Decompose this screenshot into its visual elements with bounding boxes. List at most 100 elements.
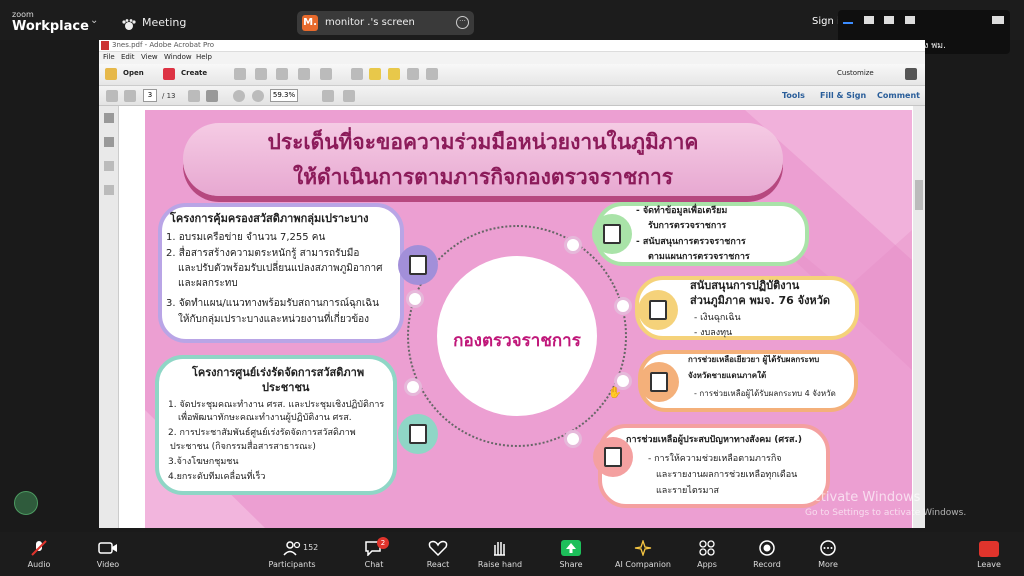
speaker-view-icon[interactable] xyxy=(843,16,853,24)
raise-hand-button[interactable]: Raise hand xyxy=(470,560,530,569)
apps-icon[interactable] xyxy=(697,540,717,556)
customize-button[interactable]: Customize xyxy=(837,69,874,77)
left-bottom-line: 2. การประชาสัมพันธ์ศูนย์เร่งรัดจัดการสวั… xyxy=(168,428,356,438)
video-button[interactable]: Video xyxy=(78,560,138,569)
create-icon xyxy=(163,68,175,80)
ring-connector-dot xyxy=(564,430,582,448)
attach-icon[interactable] xyxy=(426,68,438,80)
chevron-down-icon[interactable]: ⌄ xyxy=(90,15,98,26)
share-screen-icon[interactable] xyxy=(561,540,581,556)
raise-hand-icon[interactable] xyxy=(490,540,510,556)
react-button[interactable]: React xyxy=(408,560,468,569)
mic-muted-icon[interactable] xyxy=(29,540,49,556)
shared-screen-label: monitor .'s screen xyxy=(325,17,415,28)
save-icon[interactable] xyxy=(234,68,246,80)
left-bottom-line: 4.ยกระดับทีมเคลื่อนที่เร็ว xyxy=(168,472,266,482)
record-button[interactable]: Record xyxy=(737,560,797,569)
right3-heading2: จังหวัดชายแดนภาคใต้ xyxy=(688,371,767,380)
apps-button[interactable]: Apps xyxy=(677,560,737,569)
right4-line: และรายไตรมาส xyxy=(656,486,719,496)
hand-tool-icon[interactable] xyxy=(206,90,218,102)
more-icon[interactable] xyxy=(818,540,838,556)
right2-line: - เงินฉุกเฉิน xyxy=(694,313,741,323)
acrobat-toolbar xyxy=(99,64,925,86)
share-button[interactable]: Share xyxy=(541,560,601,569)
more-options-icon[interactable]: ··· xyxy=(456,16,469,29)
left-bottom-line: ประชาชน (กิจกรรมสื่อสารสาธารณะ) xyxy=(170,442,316,452)
zoom-in-icon[interactable] xyxy=(252,90,264,102)
ai-companion-button[interactable]: AI Companion xyxy=(611,560,675,569)
tools-tab[interactable]: Tools xyxy=(782,91,805,100)
left-top-line: และผลกระทบ xyxy=(178,278,238,289)
zoom-level-input[interactable]: 59.3% xyxy=(270,89,298,102)
zoom-bottom-bar xyxy=(0,532,1024,576)
zoom-out-icon[interactable] xyxy=(233,90,245,102)
checklist-icon xyxy=(398,414,438,454)
left-bottom-line: 3.จ้างโฆษกชุมชน xyxy=(168,457,239,467)
vertical-scrollbar[interactable] xyxy=(913,106,925,528)
open-folder-icon xyxy=(105,68,117,80)
participants-button[interactable]: Participants xyxy=(262,560,322,569)
sign-in-link[interactable]: Sign i xyxy=(812,16,840,27)
settings-icon[interactable] xyxy=(351,68,363,80)
menu-help[interactable]: Help xyxy=(196,53,212,61)
fill-sign-tab[interactable]: Fill & Sign xyxy=(820,91,866,100)
prev-page-icon[interactable] xyxy=(106,90,118,102)
expand-icon[interactable] xyxy=(905,68,917,80)
grid-view-icon[interactable] xyxy=(884,16,894,24)
record-icon[interactable] xyxy=(757,540,777,556)
leave-icon[interactable] xyxy=(979,541,999,557)
video-camera-icon[interactable] xyxy=(98,540,118,556)
next-page-icon[interactable] xyxy=(124,90,136,102)
meeting-label[interactable]: Meeting xyxy=(142,16,186,29)
comment-tab[interactable]: Comment xyxy=(877,91,920,100)
multi-grid-view-icon[interactable] xyxy=(905,16,915,24)
upload-icon[interactable] xyxy=(255,68,267,80)
right1-line: - สนับสนุนการตรวจราชการ xyxy=(636,237,746,247)
left-top-line: ให้กับกลุ่มเปราะบางและหน่วยงานที่เกี่ยวข… xyxy=(178,314,370,325)
right4-heading: การช่วยเหลือผู้ประสบปัญหาทางสังคม (ศรส.) xyxy=(626,435,802,445)
acrobat-menubar xyxy=(99,52,925,64)
bookmarks-icon[interactable] xyxy=(104,137,114,147)
checklist-icon xyxy=(592,214,632,254)
highlight-icon[interactable] xyxy=(388,68,400,80)
right2-line: - งบลงทุน xyxy=(694,328,733,338)
participants-icon[interactable] xyxy=(283,540,303,556)
left-top-line: และปรับตัวพร้อมรับเปลี่ยนแปลงสภาพภูมิอาก… xyxy=(178,263,383,274)
page-thumbnails-icon[interactable] xyxy=(104,113,114,123)
more-button[interactable]: More xyxy=(798,560,858,569)
sparkle-icon[interactable] xyxy=(633,538,653,558)
signatures-icon[interactable] xyxy=(104,185,114,195)
fit-width-icon[interactable] xyxy=(322,90,334,102)
left-bottom-heading2: ประชาชน xyxy=(262,381,310,394)
chat-button[interactable]: Chat xyxy=(344,560,404,569)
menu-view[interactable]: View xyxy=(141,53,158,61)
select-cursor-icon[interactable] xyxy=(188,90,200,102)
edit-doc-icon[interactable] xyxy=(298,68,310,80)
menu-edit[interactable]: Edit xyxy=(121,53,135,61)
participants-count: 152 xyxy=(303,543,319,552)
attachments-icon[interactable] xyxy=(104,161,114,171)
print-icon[interactable] xyxy=(276,68,288,80)
ring-connector-dot xyxy=(564,236,582,254)
comment-icon[interactable] xyxy=(369,68,381,80)
left-top-line: 3. จัดทำแผน/แนวทางพร้อมรับสถานการณ์ฉุกเฉ… xyxy=(166,298,379,309)
heart-icon[interactable] xyxy=(428,540,448,557)
page-number-input[interactable]: 3 xyxy=(143,89,157,102)
menu-file[interactable]: File xyxy=(103,53,115,61)
stamp-icon[interactable] xyxy=(407,68,419,80)
gallery-view-icon[interactable] xyxy=(864,16,874,24)
leave-button[interactable]: Leave xyxy=(959,560,1019,569)
left-bottom-line: เพื่อพัฒนาทักษะคณะทำงานผู้ปฏิบัติงาน ศรส… xyxy=(178,413,352,423)
fit-page-icon[interactable] xyxy=(343,90,355,102)
right3-line: - การช่วยเหลือผู้ได้รับผลกระทบ 4 จังหวัด xyxy=(694,389,836,398)
scrollbar-thumb[interactable] xyxy=(915,180,923,210)
email-icon[interactable] xyxy=(320,68,332,80)
pip-view-icon[interactable] xyxy=(992,16,1004,24)
checklist-icon xyxy=(639,362,679,402)
annotate-pencil-icon[interactable] xyxy=(14,491,38,515)
open-button[interactable]: Open xyxy=(123,69,144,77)
audio-button[interactable]: Audio xyxy=(9,560,69,569)
create-button[interactable]: Create xyxy=(181,69,207,77)
menu-window[interactable]: Window xyxy=(164,53,192,61)
